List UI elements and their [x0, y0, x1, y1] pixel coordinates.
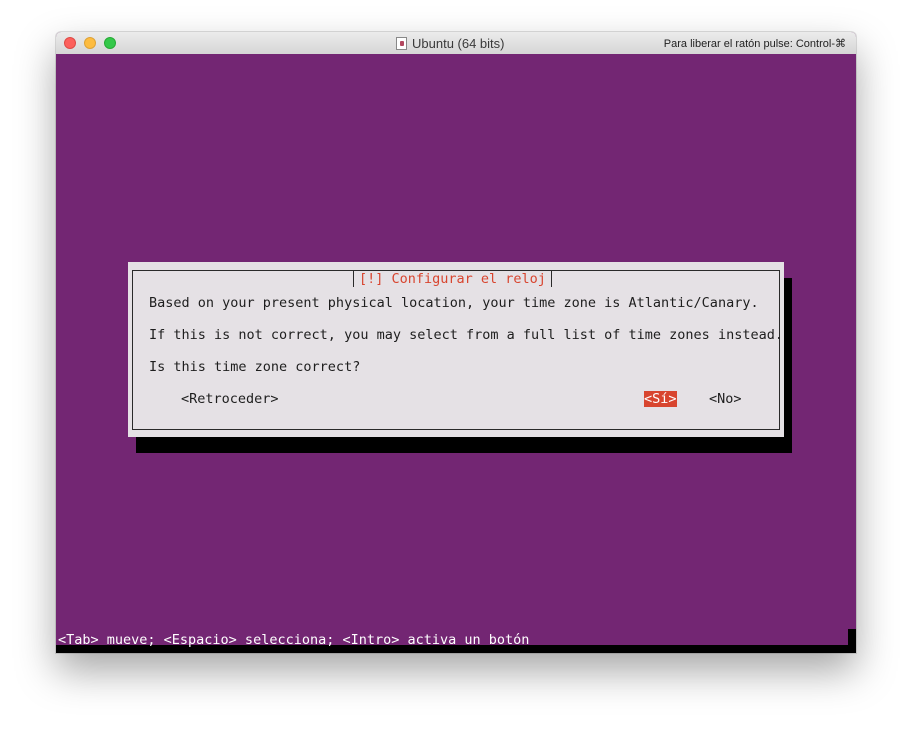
yes-button[interactable]: <Sí> — [644, 391, 677, 407]
text-cursor — [848, 629, 856, 653]
vm-window: Ubuntu (64 bits) Para liberar el ratón p… — [56, 32, 856, 653]
dialog-frame: [!] Configurar el reloj Based on your pr… — [132, 270, 783, 430]
close-window-button[interactable] — [64, 37, 76, 49]
no-button[interactable]: <No> — [709, 391, 742, 407]
installer-screen: [!] Configurar el reloj Based on your pr… — [56, 54, 856, 653]
maximize-window-button[interactable] — [104, 37, 116, 49]
question-message: Is this time zone correct? — [149, 359, 361, 375]
window-title: Ubuntu (64 bits) — [412, 35, 505, 51]
window-titlebar[interactable]: Ubuntu (64 bits) Para liberar el ratón p… — [56, 32, 856, 55]
keyboard-help-text: <Tab> mueve; <Espacio> selecciona; <Intr… — [58, 632, 530, 648]
back-button[interactable]: <Retroceder> — [181, 391, 279, 407]
location-message: Based on your present physical location,… — [149, 295, 759, 311]
dialog-title: [!] Configurar el reloj — [353, 271, 552, 287]
document-icon — [396, 36, 407, 50]
release-mouse-hint: Para liberar el ratón pulse: Control-⌘ — [663, 38, 846, 50]
window-title-group: Ubuntu (64 bits) — [396, 35, 505, 51]
correction-message: If this is not correct, you may select f… — [149, 327, 783, 343]
minimize-window-button[interactable] — [84, 37, 96, 49]
timezone-dialog: [!] Configurar el reloj Based on your pr… — [128, 262, 784, 437]
